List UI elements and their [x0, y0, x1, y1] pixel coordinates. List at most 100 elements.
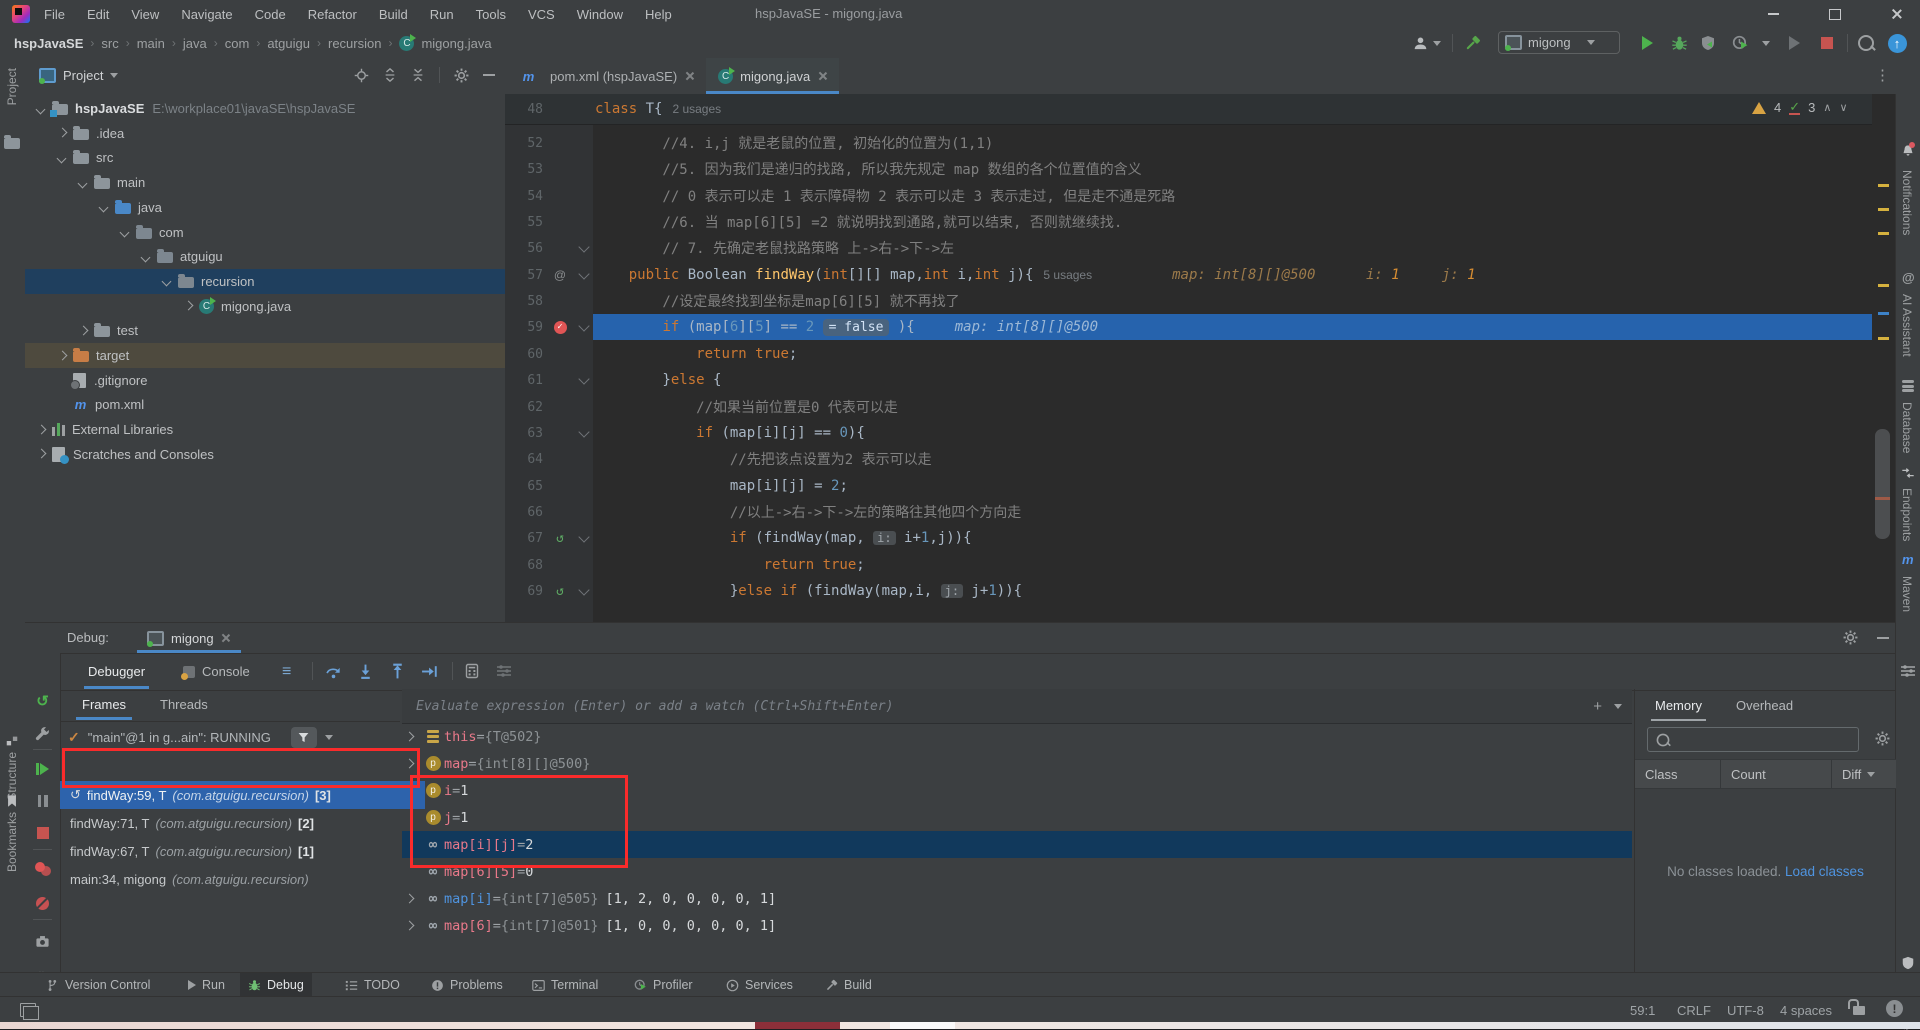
frame-row-3[interactable]: main:34, migong (com.atguigu.recursion): [60, 865, 425, 893]
frame-row-1[interactable]: findWay:71, T (com.atguigu.recursion) [2…: [60, 809, 425, 837]
modify-run-config-wrench-icon[interactable]: [25, 721, 60, 745]
tree-item-target[interactable]: target: [25, 343, 538, 368]
prev-problem-icon[interactable]: ∧: [1823, 101, 1831, 114]
frame-row-0[interactable]: ↺ findWay:59, T (com.atguigu.recursion) […: [60, 781, 425, 809]
tree-item-pom-xml[interactable]: pom.xml: [25, 392, 538, 417]
view-breakpoints-icon[interactable]: [25, 857, 60, 881]
menu-file[interactable]: File: [44, 7, 65, 22]
project-panel-title[interactable]: Project: [63, 68, 103, 83]
breadcrumb-item-main[interactable]: main: [137, 36, 165, 51]
chevron-down-icon[interactable]: [163, 277, 171, 285]
menu-view[interactable]: View: [131, 7, 159, 22]
thread-selector[interactable]: ✓ "main"@1 in g...ain": RUNNING: [60, 723, 400, 751]
hide-debug-panel-icon[interactable]: [1877, 637, 1889, 639]
chevron-right-icon[interactable]: [184, 302, 192, 310]
expand-all-icon[interactable]: [383, 68, 397, 82]
menu-run[interactable]: Run: [430, 7, 454, 22]
breadcrumb-item-atguigu[interactable]: atguigu: [267, 36, 310, 51]
chevron-right-icon[interactable]: [402, 895, 422, 903]
evaluate-dropdown-icon[interactable]: [1614, 703, 1622, 709]
select-opened-file-icon[interactable]: [354, 68, 369, 83]
usages-hint[interactable]: 2 usages: [672, 102, 721, 116]
project-view-dropdown-icon[interactable]: [110, 72, 119, 78]
load-classes-link[interactable]: Load classes: [1785, 864, 1864, 879]
close-button[interactable]: [1874, 0, 1920, 28]
sticky-header-line[interactable]: 48 class T{2 usages: [505, 94, 1872, 125]
status-encoding[interactable]: UTF-8: [1727, 1003, 1764, 1018]
chevron-down-icon[interactable]: [79, 179, 87, 187]
tab-pom-xml[interactable]: pom.xml (hspJavaSE): [509, 58, 706, 94]
debug-settings-gear-icon[interactable]: [1843, 630, 1858, 645]
column-class[interactable]: Class: [1635, 760, 1721, 788]
code-line-56[interactable]: 56 // 7. 先确定老鼠找路策略 上->右->下->左: [505, 235, 1872, 261]
toolwindow-button-version-control[interactable]: Version Control: [38, 973, 158, 997]
restore-layout-icon[interactable]: [1900, 663, 1916, 679]
toolwindow-button-terminal[interactable]: Terminal: [524, 973, 606, 997]
tree-item-java[interactable]: java: [25, 195, 580, 220]
breadcrumb-item-src[interactable]: src: [101, 36, 118, 51]
step-out-icon[interactable]: [389, 663, 406, 680]
chevron-down-icon[interactable]: [100, 203, 108, 211]
view-options-icon[interactable]: [496, 663, 512, 679]
code-line-65[interactable]: 65 map[i][j] = 2;: [505, 473, 1872, 499]
rerun-button[interactable]: ↺: [25, 689, 60, 713]
fold-marker-icon[interactable]: [573, 240, 595, 253]
breadcrumb-item-migong-java[interactable]: migong.java: [421, 36, 491, 51]
memory-search-input[interactable]: [1647, 727, 1859, 752]
fold-marker-icon[interactable]: [573, 372, 595, 385]
user-icon[interactable]: [1409, 32, 1431, 54]
chevron-down-icon[interactable]: [142, 253, 150, 261]
tab-overhead[interactable]: Overhead: [1730, 689, 1799, 721]
build-hammer-icon[interactable]: [1461, 32, 1483, 54]
code-line-57[interactable]: 57 @ public Boolean findWay(int[][] map, i…: [505, 262, 1872, 288]
ide-update-icon[interactable]: ↑: [1886, 32, 1908, 54]
tree-item-hspjavase[interactable]: hspJavaSE E:\workplace01\javaSE\hspJavaSE: [25, 96, 517, 121]
variable-row-map-6-5[interactable]: map[6][5] = 0: [402, 858, 1632, 885]
code-line-54[interactable]: 54 // 0 表示可以走 1 表示障碍物 2 表示可以走 3 表示走过, 但是…: [505, 183, 1872, 209]
code-line-62[interactable]: 62 //如果当前位置是0 代表可以走: [505, 394, 1872, 420]
breadcrumb-item-recursion[interactable]: recursion: [328, 36, 381, 51]
fold-marker-icon[interactable]: [573, 583, 595, 596]
toolwindow-button-services[interactable]: Services: [718, 973, 801, 997]
run-button[interactable]: [1636, 32, 1658, 54]
close-session-icon[interactable]: [221, 633, 231, 643]
fold-marker-icon[interactable]: [573, 530, 595, 543]
fold-marker-icon[interactable]: [573, 425, 595, 438]
code-line-59[interactable]: 59 if (map[6][5] == 2 = false ){map: int…: [505, 314, 1872, 340]
chevron-right-icon[interactable]: [58, 352, 66, 360]
mute-breakpoints-icon[interactable]: [25, 891, 60, 915]
code-line-64[interactable]: 64 //先把该点设置为2 表示可以走: [505, 446, 1872, 472]
code-line-61[interactable]: 61 } else {: [505, 367, 1872, 393]
tree-item-idea[interactable]: .idea: [25, 121, 538, 146]
chevron-right-icon[interactable]: [402, 922, 422, 930]
chevron-down-icon[interactable]: [37, 105, 45, 113]
run-with-coverage-button[interactable]: [1697, 32, 1719, 54]
stop-debug-button[interactable]: [25, 821, 60, 845]
debug-session-tab[interactable]: migong: [137, 623, 241, 653]
tree-item-test[interactable]: test: [25, 318, 559, 343]
lock-icon[interactable]: [1848, 999, 1865, 1015]
menu-code[interactable]: Code: [255, 7, 286, 22]
toolwindow-button-build[interactable]: Build: [817, 973, 880, 997]
tree-item-scratches-and-consoles[interactable]: Scratches and Consoles: [25, 442, 517, 467]
maximize-button[interactable]: [1812, 0, 1858, 28]
debug-button[interactable]: [1668, 32, 1690, 54]
chevron-down-icon[interactable]: [58, 154, 66, 162]
event-log-icon[interactable]: !: [1886, 1000, 1903, 1017]
toolwindow-button-debug[interactable]: Debug: [240, 973, 312, 997]
stripe-item-notifications[interactable]: Notifications: [1900, 170, 1914, 235]
breadcrumb-item-hspjavase[interactable]: hspJavaSE: [14, 36, 83, 51]
inspections-widget[interactable]: 4 ✓ 3 ∧ ∨: [1752, 100, 1848, 115]
fold-marker-icon[interactable]: [573, 319, 595, 332]
variable-row-j[interactable]: j = 1: [402, 804, 1632, 831]
tab-console[interactable]: Console: [175, 654, 258, 689]
fold-marker-icon[interactable]: [573, 267, 595, 280]
code-line-53[interactable]: 53 //5. 因为我们是递归的找路, 所以我先规定 map 数组的各个位置值的…: [505, 156, 1872, 182]
breadcrumb-item-java[interactable]: java: [183, 36, 207, 51]
code-line-69[interactable]: 69 ↺ } else if (findWay(map,i, j: j+ 1)){: [505, 578, 1872, 604]
close-tab-icon[interactable]: [817, 71, 827, 81]
tool-window-switcher-icon[interactable]: [20, 1003, 39, 1020]
chevron-down-icon[interactable]: [121, 228, 129, 236]
run-configuration-select[interactable]: migong: [1498, 31, 1620, 54]
next-problem-icon[interactable]: ∨: [1839, 101, 1847, 114]
